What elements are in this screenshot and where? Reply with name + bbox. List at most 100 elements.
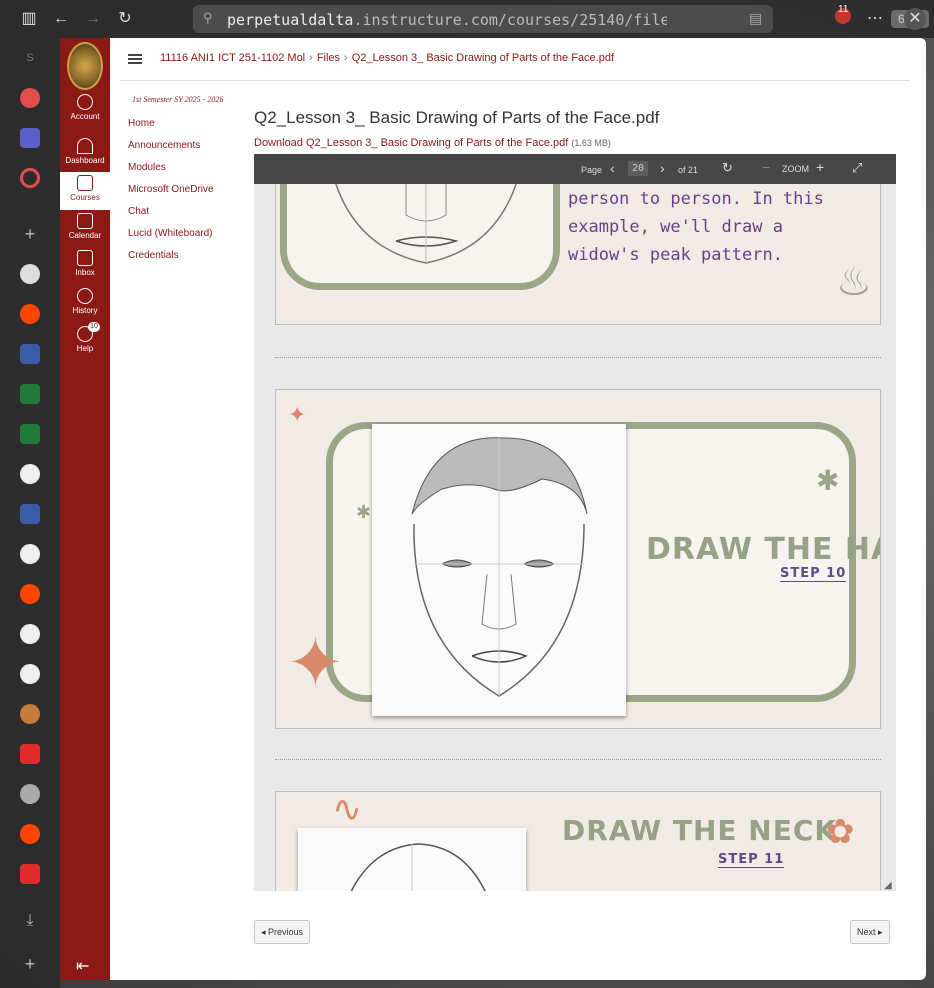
pinned-tab-icon[interactable] xyxy=(20,168,40,188)
breadcrumb-file[interactable]: Q2_Lesson 3_ Basic Drawing of Parts of t… xyxy=(352,52,614,64)
hand-icon: ♨ xyxy=(836,260,872,304)
reader-icon[interactable]: ▤ xyxy=(749,10,762,27)
global-nav: Account Dashboard Courses Calendar Inbox… xyxy=(60,38,110,980)
flower-icon: ✱ xyxy=(816,465,840,496)
page-label: Page xyxy=(581,165,603,175)
nav-help[interactable]: Help xyxy=(60,326,110,353)
nav-dashboard[interactable]: Dashboard xyxy=(60,138,110,165)
pdf-slide: ∿ DRAW THE NECK STEP 11 ✿ xyxy=(275,791,881,891)
school-logo[interactable] xyxy=(67,42,103,90)
face-sketch xyxy=(411,437,588,697)
course-nav-onedrive[interactable]: Microsoft OneDrive xyxy=(128,184,214,195)
account-icon xyxy=(77,94,93,110)
slide-step: STEP 10 xyxy=(780,566,847,582)
slide-heading: DRAW THE HAiR xyxy=(646,532,880,567)
course-nav-home[interactable]: Home xyxy=(128,118,155,129)
viewer-toolbar: Page ‹ 20 › of 21 ↻ − ZOOM + ⤢ xyxy=(254,154,896,184)
reddit-icon[interactable] xyxy=(20,584,40,604)
back-icon[interactable]: ← xyxy=(50,8,72,30)
flower-icon: ✿ xyxy=(826,813,855,851)
tab-icon[interactable] xyxy=(20,504,40,524)
reddit-icon[interactable] xyxy=(20,824,40,844)
nav-courses[interactable]: Courses xyxy=(60,172,110,210)
tab-icon[interactable] xyxy=(20,344,40,364)
pdf-viewer[interactable]: hairlines vary greatly from person to pe… xyxy=(254,154,896,891)
calendar-icon xyxy=(77,213,93,229)
zoom-out-icon[interactable]: − xyxy=(762,159,770,175)
slide-sketch xyxy=(372,424,626,716)
fullscreen-icon[interactable]: ⤢ xyxy=(852,160,862,176)
google-icon[interactable] xyxy=(20,544,40,564)
browser-toolbar: ▥ ← → ↻ ⚲ perpetualdalta.instructure.com… xyxy=(0,0,934,38)
breadcrumb-course[interactable]: 11116 ANI1 ICT 251-1102 Mol xyxy=(160,52,305,64)
nav-inbox[interactable]: Inbox xyxy=(60,250,110,277)
face-sketch xyxy=(350,843,486,891)
breadcrumb: 11116 ANI1 ICT 251-1102 Mol › Files › Q2_Les… xyxy=(160,52,615,64)
term-label: 1st Semester SY 2025 - 2026 xyxy=(132,95,224,104)
page-title: Q2_Lesson 3_ Basic Drawing of Parts of t… xyxy=(254,108,660,127)
header-divider xyxy=(120,80,910,81)
teams-icon[interactable] xyxy=(20,128,40,148)
course-nav-chat[interactable]: Chat xyxy=(128,206,149,217)
nav-calendar[interactable]: Calendar xyxy=(60,213,110,240)
course-nav-lucid[interactable]: Lucid (Whiteboard) xyxy=(128,228,212,239)
nav-history[interactable]: History xyxy=(60,288,110,315)
breadcrumb-files[interactable]: Files xyxy=(317,52,340,64)
todo-icon[interactable] xyxy=(20,88,40,108)
zoom-in-icon[interactable]: + xyxy=(816,159,824,175)
help-badge: 10 xyxy=(88,322,100,332)
slide-step: STEP 11 xyxy=(718,852,785,868)
tab-icon[interactable] xyxy=(20,384,40,404)
close-icon[interactable]: ✕ xyxy=(904,8,926,30)
github-icon[interactable] xyxy=(20,264,40,284)
nav-account[interactable]: Account xyxy=(60,94,110,121)
new-tab-icon[interactable]: + xyxy=(20,954,40,974)
tab-icon[interactable] xyxy=(20,704,40,724)
history-icon xyxy=(77,288,93,304)
address-bar[interactable]: ⚲ perpetualdalta.instructure.com/courses… xyxy=(193,5,929,33)
page-count: of 21 xyxy=(678,165,699,175)
url-text: perpetualdalta.instructure.com/courses/2… xyxy=(227,11,667,29)
youtube-icon[interactable] xyxy=(20,744,40,764)
more-icon[interactable]: ⋯ xyxy=(864,8,886,30)
dashboard-icon xyxy=(77,138,93,154)
google-icon[interactable] xyxy=(20,664,40,684)
star-icon: ✦ xyxy=(286,624,345,702)
course-nav-announcements[interactable]: Announcements xyxy=(128,140,200,151)
youtube-icon[interactable] xyxy=(20,864,40,884)
tab-icon[interactable] xyxy=(20,784,40,804)
sidebar-toggle-icon[interactable]: ▥ xyxy=(18,8,40,30)
reddit-icon[interactable] xyxy=(20,304,40,324)
flower-icon: ✱ xyxy=(356,502,372,522)
page-input[interactable]: 20 xyxy=(628,161,648,176)
previous-button[interactable]: ◂ Previous xyxy=(254,920,311,944)
reload-icon[interactable]: ↻ xyxy=(114,8,136,30)
tab-icon[interactable] xyxy=(20,424,40,444)
download-icon[interactable]: ⤓ xyxy=(20,912,40,932)
course-nav-modules[interactable]: Modules xyxy=(128,162,166,173)
slide-sketch xyxy=(298,828,526,891)
squiggle-icon: ∿ xyxy=(332,791,363,829)
file-size: (1.63 MB) xyxy=(571,138,611,148)
next-button[interactable]: Next ▸ xyxy=(850,920,890,944)
google-icon[interactable] xyxy=(20,624,40,644)
inbox-icon xyxy=(77,250,93,266)
prev-page-icon[interactable]: ‹ xyxy=(610,160,615,176)
add-icon[interactable]: + xyxy=(20,224,40,244)
download-link[interactable]: Download Q2_Lesson 3_ Basic Drawing of P… xyxy=(254,137,611,149)
extension-count: 11 xyxy=(838,4,849,15)
next-page-icon[interactable]: › xyxy=(660,160,665,176)
canvas-window: Account Dashboard Courses Calendar Inbox… xyxy=(60,38,926,980)
collapse-nav-icon[interactable]: ⇤ xyxy=(76,956,89,976)
rotate-icon[interactable]: ↻ xyxy=(722,160,733,176)
space-icon[interactable]: S xyxy=(20,52,40,72)
resize-handle-icon[interactable]: ◢ xyxy=(884,880,892,891)
page-divider xyxy=(275,759,881,760)
link-icon: ⚲ xyxy=(203,10,213,25)
page-divider xyxy=(275,357,881,358)
forward-icon[interactable]: → xyxy=(82,8,104,30)
sparkle-icon: ✦ xyxy=(288,402,307,427)
course-menu-icon[interactable] xyxy=(128,54,142,64)
google-icon[interactable] xyxy=(20,464,40,484)
course-nav-credentials[interactable]: Credentials xyxy=(128,250,179,261)
